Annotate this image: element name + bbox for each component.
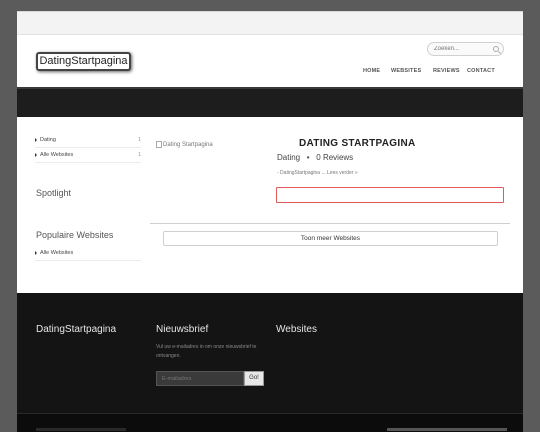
meta-separator: • <box>306 153 310 162</box>
popular-item-alle-websites[interactable]: Alle Websites <box>35 246 141 261</box>
divider <box>150 223 510 224</box>
footer-links-line <box>387 428 507 431</box>
post-image-placeholder[interactable]: Dating Startpagina <box>156 141 213 148</box>
post-excerpt[interactable]: - DatingStartpagina ... Lees verder » <box>277 170 358 176</box>
search-icon[interactable] <box>493 46 499 52</box>
post-category[interactable]: Dating <box>277 153 300 162</box>
bottom-bar <box>17 413 523 432</box>
sidebar-item-count: 1 <box>137 137 141 143</box>
nav-contact[interactable]: CONTACT <box>467 68 495 74</box>
sidebar-item-dating[interactable]: Dating 1 <box>35 133 141 148</box>
nav-websites[interactable]: WEBSITES <box>391 68 421 74</box>
post-meta: Dating • 0 Reviews <box>277 153 353 162</box>
post-image-alt: Dating Startpagina <box>163 142 213 149</box>
sidebar-item-alle-websites[interactable]: Alle Websites 1 <box>35 148 141 163</box>
newsletter-email-input[interactable] <box>156 371 244 386</box>
arrow-right-icon <box>35 137 37 142</box>
sidebar-item-count: 1 <box>137 152 141 158</box>
site-logo[interactable]: DatingStartpagina <box>36 52 131 71</box>
show-more-websites-button[interactable]: Toon meer Websites <box>163 231 498 246</box>
newsletter-go-button[interactable]: Go! <box>244 371 264 386</box>
sidebar-item-label: Dating <box>40 137 56 143</box>
top-bar <box>17 11 523 35</box>
sidebar-item-label: Alle Websites <box>40 152 74 158</box>
nav-home[interactable]: HOME <box>363 68 380 74</box>
arrow-right-icon <box>35 152 37 157</box>
footer-title-newsletter: Nieuwsbrief <box>156 324 209 335</box>
spotlight-title: Spotlight <box>36 188 72 198</box>
newsletter-text: Vul uw e-mailadres in om onze nieuwsbrie… <box>156 344 257 359</box>
footer-title-site: DatingStartpagina <box>36 324 117 335</box>
site-footer: DatingStartpagina Nieuwsbrief Vul uw e-m… <box>17 293 523 413</box>
footer-title-websites: Websites <box>276 324 317 335</box>
main-content: Dating 1 Alle Websites 1 Spotlight Popul… <box>17 117 523 293</box>
arrow-right-icon <box>35 250 37 255</box>
copyright-line <box>36 428 126 431</box>
page: DatingStartpagina HOME WEBSITES REVIEWS … <box>17 0 523 432</box>
popular-item-label: Alle Websites <box>40 250 74 256</box>
site-header: DatingStartpagina HOME WEBSITES REVIEWS … <box>17 35 523 87</box>
popular-websites-title: Populaire Websites <box>36 230 114 240</box>
post-title[interactable]: DATING STARTPAGINA <box>299 138 416 149</box>
dark-banner <box>17 87 523 117</box>
nav-reviews[interactable]: REVIEWS <box>433 68 460 74</box>
highlight-box <box>276 187 504 203</box>
post-reviews: 0 Reviews <box>316 153 354 162</box>
